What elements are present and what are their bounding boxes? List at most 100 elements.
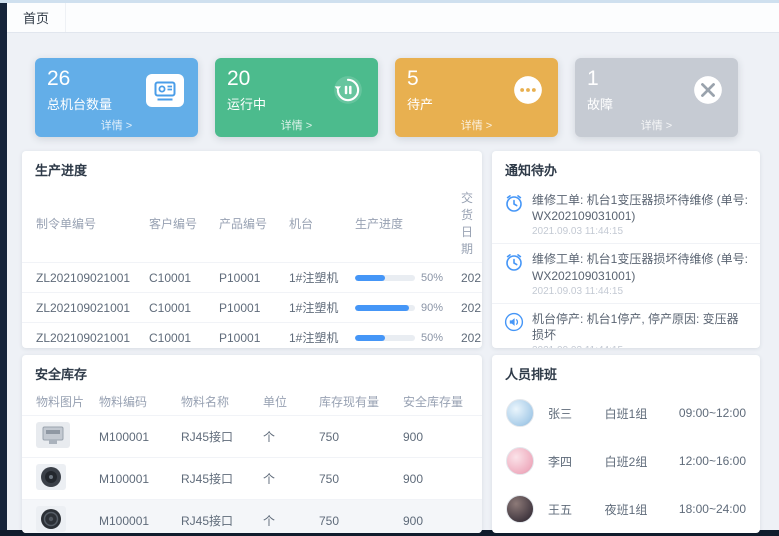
order-cell: ZL202109021001 [22, 263, 144, 293]
unit-cell: 个 [258, 416, 314, 458]
notice-time: 2021.09.03 11:44:15 [532, 286, 748, 297]
notice-time: 2021.09.03 11:44:15 [532, 345, 748, 348]
detail-link[interactable]: 详情 > [395, 117, 558, 133]
column-header: 制令单编号 [22, 185, 144, 263]
column-header: 客户编号 [144, 185, 214, 263]
product-cell: P10001 [214, 323, 284, 349]
progress-bar [355, 275, 415, 281]
stat-card-total-machines: 26 总机台数量 详情 > [35, 58, 198, 137]
column-header: 安全库存量 [398, 389, 482, 416]
panel-title: 人员排班 [492, 355, 760, 389]
detail-link[interactable]: 详情 > [215, 117, 378, 133]
column-header: 机台 [284, 185, 350, 263]
panel-safety-stock: 安全库存 物料图片 物料编码 物料名称 单位 库存现有量 安全库存量 [22, 355, 482, 533]
stat-card-fault: 1 故障 详情 > [575, 58, 738, 137]
table-row: M100001 RJ45接口 个 750 900 [22, 458, 482, 500]
column-header: 物料图片 [22, 389, 94, 416]
material-image-cell [22, 416, 94, 458]
detail-link[interactable]: 详情 > [575, 117, 738, 133]
notice-item[interactable]: 机台停产: 机台1停产, 停产原因: 变压器损坏 2021.09.03 11:4… [492, 304, 760, 348]
safety-stock-cell: 900 [398, 500, 482, 534]
staff-time: 18:00~24:00 [679, 502, 746, 516]
staff-row: 王五 夜班1组 18:00~24:00 [492, 485, 760, 533]
rj45-connector-image [36, 422, 70, 451]
progress-cell: 50% [350, 323, 456, 349]
column-header: 生产进度 [350, 185, 456, 263]
column-header: 库存现有量 [314, 389, 398, 416]
date-cell: 2021-09-10 [456, 293, 482, 323]
stat-card-pending: 5 待产 详情 > [395, 58, 558, 137]
avatar [506, 447, 534, 475]
panel-title: 通知待办 [492, 151, 760, 185]
order-cell: ZL202109021001 [22, 293, 144, 323]
tab-home[interactable]: 首页 [7, 3, 66, 32]
notice-text: 维修工单: 机台1变压器损坏待维修 (单号: WX202109031001) [532, 251, 748, 283]
table-header-row: 制令单编号 客户编号 产品编号 机台 生产进度 交货日期 [22, 185, 482, 263]
speaker-part-image [36, 506, 66, 533]
column-header: 单位 [258, 389, 314, 416]
detail-link[interactable]: 详情 > [35, 117, 198, 133]
machine-cell: 1#注塑机 [284, 323, 350, 349]
stock-cell: 750 [314, 416, 398, 458]
notice-item[interactable]: 维修工单: 机台1变压器损坏待维修 (单号: WX202109031001) 2… [492, 185, 760, 244]
table-row: ZL202109021001 C10001 P10001 1#注塑机 50% 2… [22, 263, 482, 293]
alarm-clock-icon [504, 193, 524, 237]
progress-cell: 90% [350, 293, 456, 323]
column-header: 交货日期 [456, 185, 482, 263]
running-icon [332, 74, 364, 111]
notice-text: 机台停产: 机台1停产, 停产原因: 变压器损坏 [532, 311, 748, 343]
notice-item[interactable]: 维修工单: 机台1变压器损坏待维修 (单号: WX202109031001) 2… [492, 244, 760, 303]
stat-card-running: 20 运行中 详情 > [215, 58, 378, 137]
table-row: M100001 RJ45接口 个 750 900 [22, 500, 482, 534]
material-image-cell [22, 500, 94, 534]
column-header: 物料名称 [176, 389, 258, 416]
panel-production-progress: 生产进度 制令单编号 客户编号 产品编号 机台 生产进度 交货日期 ZL2021… [22, 151, 482, 348]
safety-stock-cell: 900 [398, 458, 482, 500]
staff-time: 12:00~16:00 [679, 454, 746, 468]
date-cell: 2021-09-10 [456, 323, 482, 349]
notice-text: 维修工单: 机台1变压器损坏待维修 (单号: WX202109031001) [532, 192, 748, 224]
customer-cell: C10001 [144, 323, 214, 349]
progress-bar [355, 335, 415, 341]
panel-notices: 通知待办 维修工单: 机台1变压器损坏待维修 (单号: WX2021090310… [492, 151, 760, 348]
panel-title: 安全库存 [22, 355, 482, 389]
material-name-cell: RJ45接口 [176, 500, 258, 534]
order-cell: ZL202109021001 [22, 323, 144, 349]
product-cell: P10001 [214, 293, 284, 323]
staff-shift: 夜班1组 [605, 501, 679, 518]
date-cell: 2021-09-10 [456, 263, 482, 293]
product-cell: P10001 [214, 263, 284, 293]
speaker-icon [504, 312, 524, 348]
staff-shift: 白班2组 [605, 453, 679, 470]
staff-name: 李四 [548, 453, 605, 470]
progress-bar [355, 305, 415, 311]
material-code-cell: M100001 [94, 416, 176, 458]
table-row: ZL202109021001 C10001 P10001 1#注塑机 90% 2… [22, 293, 482, 323]
avatar [506, 495, 534, 523]
material-name-cell: RJ45接口 [176, 416, 258, 458]
staff-shift: 白班1组 [605, 405, 679, 422]
panel-staff-schedule: 人员排班 张三 白班1组 09:00~12:00 李四 白班2组 12:00~1… [492, 355, 760, 533]
column-header: 产品编号 [214, 185, 284, 263]
table-row: M100001 RJ45接口 个 750 900 [22, 416, 482, 458]
staff-row: 李四 白班2组 12:00~16:00 [492, 437, 760, 485]
stock-cell: 750 [314, 458, 398, 500]
safety-stock-cell: 900 [398, 416, 482, 458]
dashboard-page: 首页 26 总机台数量 详情 > 20 运行中 详情 > 5 待产 [0, 0, 779, 536]
staff-time: 09:00~12:00 [679, 406, 746, 420]
tools-icon [692, 74, 724, 111]
unit-cell: 个 [258, 458, 314, 500]
panel-title: 生产进度 [22, 151, 482, 185]
material-code-cell: M100001 [94, 458, 176, 500]
stat-cards-row: 26 总机台数量 详情 > 20 运行中 详情 > 5 待产 详情 > [35, 58, 738, 137]
tab-bar: 首页 [7, 3, 779, 33]
ellipsis-icon [512, 74, 544, 111]
staff-name: 王五 [548, 501, 605, 518]
material-code-cell: M100001 [94, 500, 176, 534]
unit-cell: 个 [258, 500, 314, 534]
staff-row: 张三 白班1组 09:00~12:00 [492, 389, 760, 437]
machine-cell: 1#注塑机 [284, 263, 350, 293]
avatar [506, 399, 534, 427]
table-row: ZL202109021001 C10001 P10001 1#注塑机 50% 2… [22, 323, 482, 349]
progress-cell: 50% [350, 263, 456, 293]
